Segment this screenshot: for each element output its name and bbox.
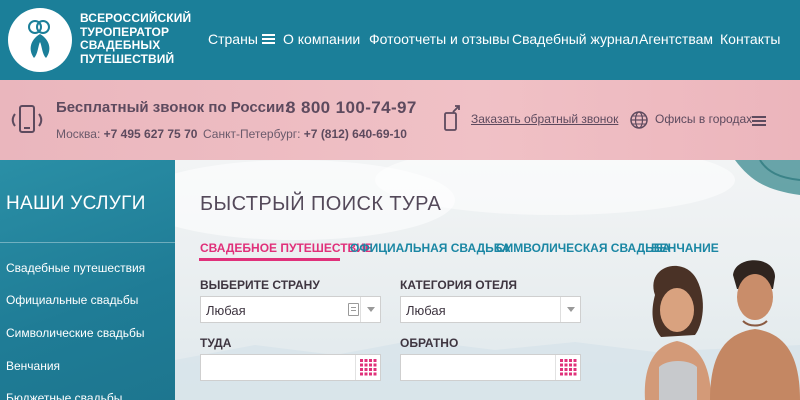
spb-phone: Санкт-Петербург: +7 (812) 640-69-10 — [203, 127, 407, 141]
sidebar-title: Наши услуги — [6, 193, 146, 214]
offices-link[interactable]: Офисы в городах — [655, 112, 752, 126]
spb-label: Санкт-Петербург: — [203, 127, 301, 141]
country-select[interactable]: Любая — [200, 296, 381, 323]
return-calendar-button[interactable] — [555, 355, 580, 380]
hamburger-icon — [261, 34, 275, 45]
couple-photo — [644, 260, 800, 400]
sidebar-divider — [0, 242, 175, 243]
departure-date-input[interactable] — [200, 354, 381, 381]
offices-menu-icon[interactable] — [752, 116, 766, 126]
sidebar-item-budget-weddings[interactable]: Бюджетные свадьбы — [6, 391, 122, 400]
country-select-value: Любая — [206, 303, 246, 318]
call-bar: Бесплатный звонок по России: 8 800 100-7… — [0, 80, 800, 160]
country-select-toggle[interactable] — [360, 297, 380, 322]
calendar-icon — [560, 359, 577, 376]
country-label: Выберите страну — [200, 278, 320, 292]
moscow-label: Москва: — [56, 127, 101, 141]
sidebar-item-church-weddings[interactable]: Венчания — [6, 359, 60, 373]
hotel-category-select[interactable]: Любая — [400, 296, 581, 323]
return-date-label: Обратно — [400, 336, 459, 350]
free-call-title: Бесплатный звонок по России: — [56, 99, 290, 116]
site-header: Всероссийский туроператор свадебных путе… — [0, 0, 800, 80]
callback-link[interactable]: Заказать обратный звонок — [471, 112, 618, 126]
free-call-number[interactable]: 8 800 100-74-97 — [286, 98, 417, 118]
hotel-category-value: Любая — [406, 303, 446, 318]
main-nav: Страны О компании Фотоотчеты и отзывы Св… — [0, 31, 800, 51]
logo-line: путешествий — [80, 51, 175, 66]
moscow-phone: Москва: +7 495 627 75 70 — [56, 127, 197, 141]
tour-search-panel: Быстрый поиск тура Свадебное путешествие… — [175, 160, 800, 400]
search-title: Быстрый поиск тура — [200, 193, 442, 215]
tab-wedding-trip[interactable]: Свадебное путешествие — [200, 241, 373, 255]
nav-item-photo-reports[interactable]: Фотоотчеты и отзывы — [369, 31, 510, 47]
nav-item-countries[interactable]: Страны — [208, 31, 275, 47]
tab-symbolic-wedding[interactable]: Символическая свадьба — [496, 241, 671, 255]
chevron-down-icon — [367, 307, 375, 312]
moscow-number[interactable]: +7 495 627 75 70 — [104, 127, 198, 141]
departure-calendar-button[interactable] — [355, 355, 380, 380]
hotel-category-toggle[interactable] — [560, 297, 580, 322]
hotel-category-label: Категория отеля — [400, 278, 518, 292]
sidebar-item-symbolic-weddings[interactable]: Символические свадьбы — [6, 326, 145, 340]
globe-icon — [630, 111, 648, 129]
active-tab-underline — [199, 258, 340, 261]
spb-number[interactable]: +7 (812) 640-69-10 — [304, 127, 407, 141]
return-date-input[interactable] — [400, 354, 581, 381]
list-icon — [348, 303, 359, 316]
sidebar-item-wedding-trips[interactable]: Свадебные путешествия — [6, 261, 145, 275]
services-sidebar: Наши услуги Свадебные путешествия Официа… — [0, 160, 175, 400]
nav-item-contacts[interactable]: Контакты — [720, 31, 780, 47]
logo-line: Всероссийский — [80, 11, 192, 25]
nav-item-agencies[interactable]: Агентствам — [639, 31, 713, 47]
tab-official-wedding[interactable]: Официальная свадьба — [350, 241, 511, 255]
phone-icon — [11, 105, 43, 133]
nav-item-label: Страны — [208, 31, 258, 47]
callback-phone-icon — [444, 105, 460, 131]
departure-date-label: Туда — [200, 336, 232, 350]
tab-church-wedding[interactable]: Венчание — [651, 241, 719, 255]
chevron-down-icon — [567, 307, 575, 312]
nav-item-journal[interactable]: Свадебный журнал — [512, 31, 638, 47]
sidebar-item-official-weddings[interactable]: Официальные свадьбы — [6, 293, 138, 307]
nav-item-about[interactable]: О компании — [283, 31, 360, 47]
calendar-icon — [360, 359, 377, 376]
